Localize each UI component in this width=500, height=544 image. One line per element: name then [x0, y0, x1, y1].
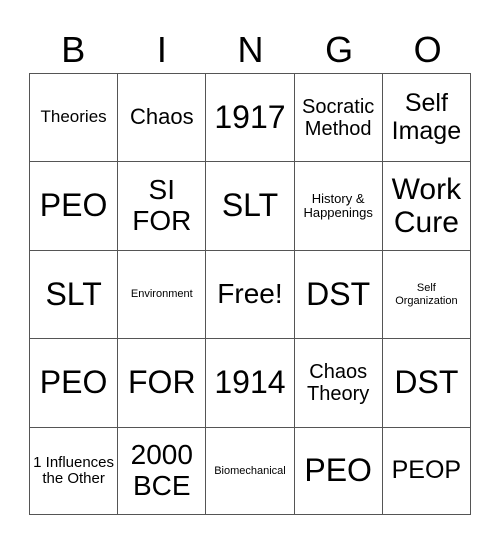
grid-row: 1 Influences the Other 2000 BCE Biomecha… [28, 427, 472, 515]
bingo-cell[interactable]: Environment [117, 250, 207, 339]
grid-row: PEO FOR 1914 Chaos Theory DST [28, 338, 472, 428]
bingo-cell[interactable]: FOR [117, 338, 207, 428]
bingo-cell[interactable]: PEO [28, 161, 119, 251]
bingo-cell[interactable]: 1 Influences the Other [28, 427, 119, 515]
bingo-header: B I N G O [29, 28, 472, 72]
header-letter-b: B [61, 29, 86, 70]
bingo-cell[interactable]: DST [293, 250, 383, 339]
bingo-cell[interactable]: Self Organization [381, 250, 472, 339]
bingo-cell[interactable]: 1917 [205, 73, 295, 162]
bingo-cell[interactable]: Work Cure [381, 161, 472, 251]
bingo-cell[interactable]: Chaos Theory [293, 338, 383, 428]
bingo-cell[interactable]: 1914 [205, 338, 295, 428]
header-letter-o: O [413, 29, 442, 70]
header-letter-g: G [325, 29, 354, 70]
bingo-card-grid: Theories Chaos 1917 Socratic Method Self… [28, 73, 472, 515]
bingo-cell[interactable]: SLT [205, 161, 295, 251]
bingo-cell[interactable]: Biomechanical [205, 427, 295, 515]
header-letter-n: N [237, 29, 264, 70]
bingo-cell[interactable]: SLT [28, 250, 119, 339]
grid-row: Theories Chaos 1917 Socratic Method Self… [28, 73, 472, 162]
bingo-cell[interactable]: PEO [28, 338, 119, 428]
header-letter-i: I [156, 29, 167, 70]
bingo-cell[interactable]: 2000 BCE [117, 427, 207, 515]
bingo-cell[interactable]: Socratic Method [293, 73, 383, 162]
bingo-cell[interactable]: Chaos [117, 73, 207, 162]
bingo-cell[interactable]: History & Happenings [293, 161, 383, 251]
free-space-cell[interactable]: Free! [205, 250, 295, 339]
bingo-cell[interactable]: Theories [28, 73, 119, 162]
bingo-cell[interactable]: Self Image [381, 73, 472, 162]
bingo-cell[interactable]: PEO [293, 427, 383, 515]
grid-row: SLT Environment Free! DST Self Organizat… [28, 250, 472, 339]
bingo-cell[interactable]: SI FOR [117, 161, 207, 251]
bingo-cell[interactable]: PEOP [381, 427, 472, 515]
grid-row: PEO SI FOR SLT History & Happenings Work… [28, 161, 472, 251]
bingo-cell[interactable]: DST [381, 338, 472, 428]
